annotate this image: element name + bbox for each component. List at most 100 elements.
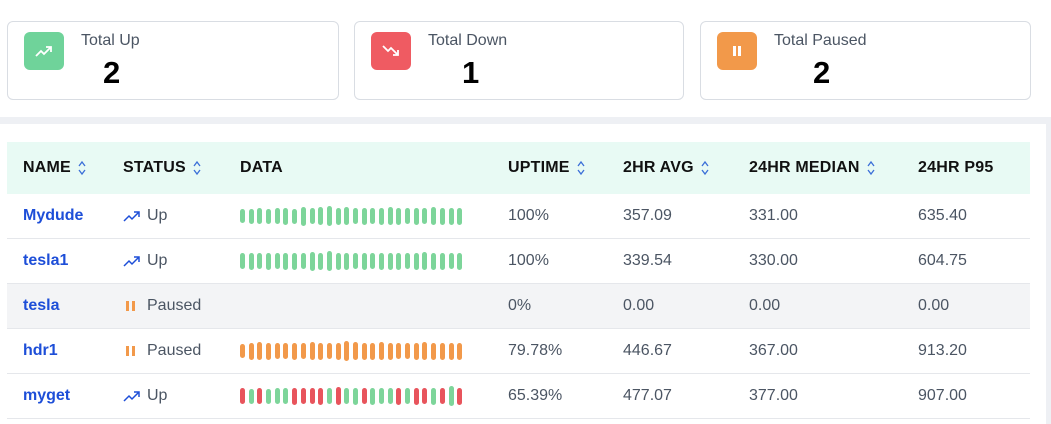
heartbeat-bar[interactable] (274, 343, 280, 359)
heartbeat-bar[interactable] (387, 342, 393, 360)
heartbeat-bar[interactable] (257, 253, 263, 269)
heartbeat-bar[interactable] (326, 251, 332, 271)
heartbeat-bar[interactable] (387, 252, 393, 270)
heartbeat-bar[interactable] (379, 388, 384, 404)
heartbeat-bar[interactable] (292, 387, 298, 405)
monitor-name-link[interactable]: hdr1 (23, 329, 58, 373)
heartbeat-bar[interactable] (326, 388, 332, 404)
sort-icon[interactable] (700, 157, 710, 179)
heartbeat-bar[interactable] (248, 388, 254, 404)
heartbeat-bar[interactable] (413, 207, 419, 225)
heartbeat-bar[interactable] (326, 206, 332, 226)
heartbeat-bar[interactable] (448, 253, 454, 269)
heartbeat-bar[interactable] (257, 208, 263, 224)
heartbeat-bar[interactable] (422, 342, 428, 360)
monitor-name-link[interactable]: tesla1 (23, 239, 68, 283)
sort-icon[interactable] (192, 157, 202, 179)
heartbeat-bar[interactable] (405, 253, 411, 269)
heartbeat-bar[interactable] (240, 253, 245, 269)
heartbeat-bar[interactable] (457, 252, 463, 270)
heartbeat-bar[interactable] (309, 208, 315, 224)
heartbeat-bar[interactable] (283, 388, 289, 404)
heartbeat-bar[interactable] (448, 207, 454, 225)
heartbeat-bar[interactable] (370, 387, 376, 405)
column-header-2hr-avg[interactable]: 2HR AVG (623, 142, 710, 194)
heartbeat-bar[interactable] (292, 342, 298, 360)
heartbeat-bar[interactable] (439, 252, 445, 270)
heartbeat-bar[interactable] (405, 208, 411, 224)
heartbeat-bar[interactable] (457, 387, 463, 405)
heartbeat-bar[interactable] (422, 208, 428, 224)
heartbeat-bar[interactable] (361, 252, 367, 270)
heartbeat-bar[interactable] (379, 252, 384, 270)
heartbeat-bar[interactable] (318, 207, 324, 225)
heartbeat-bar[interactable] (300, 253, 306, 269)
heartbeat-bar[interactable] (361, 342, 367, 360)
heartbeat-bar[interactable] (457, 207, 463, 225)
heartbeat-bar[interactable] (344, 388, 350, 404)
heartbeat-bar[interactable] (361, 207, 367, 225)
heartbeat-bar[interactable] (274, 253, 280, 269)
heartbeat-bar[interactable] (387, 388, 393, 404)
heartbeat-bar[interactable] (370, 253, 376, 269)
heartbeat-bar[interactable] (318, 252, 324, 270)
heartbeat-bar[interactable] (318, 387, 324, 405)
heartbeat-bar[interactable] (300, 206, 306, 226)
heartbeat-bar[interactable] (448, 342, 454, 360)
heartbeat-bar[interactable] (448, 386, 454, 406)
heartbeat-bar[interactable] (431, 207, 437, 225)
heartbeat-bar[interactable] (283, 207, 289, 225)
heartbeat-bar[interactable] (344, 341, 350, 361)
heartbeat-bar[interactable] (274, 208, 280, 224)
heartbeat-bar[interactable] (274, 388, 280, 404)
heartbeat-bar[interactable] (396, 252, 402, 270)
heartbeat-bar[interactable] (431, 342, 437, 360)
heartbeat-bar[interactable] (439, 388, 445, 404)
column-header-uptime[interactable]: UPTIME (508, 142, 586, 194)
heartbeat-bar[interactable] (405, 343, 411, 359)
heartbeat-bar[interactable] (335, 207, 341, 225)
heartbeat-bar[interactable] (352, 342, 358, 360)
heartbeat-bar[interactable] (335, 252, 341, 270)
sort-icon[interactable] (866, 157, 876, 179)
heartbeat-bar[interactable] (422, 252, 428, 270)
heartbeat-bar[interactable] (300, 388, 306, 404)
heartbeat-bar[interactable] (240, 209, 245, 223)
sort-icon[interactable] (576, 157, 586, 179)
heartbeat-bar[interactable] (413, 342, 419, 360)
heartbeat-bar[interactable] (240, 388, 245, 404)
heartbeat-bar[interactable] (283, 343, 289, 359)
heartbeat-bar[interactable] (396, 207, 402, 225)
heartbeat-bar[interactable] (344, 207, 350, 225)
heartbeat-bar[interactable] (248, 208, 254, 224)
heartbeat-bar[interactable] (361, 388, 367, 404)
heartbeat-bar[interactable] (344, 252, 350, 270)
heartbeat-bar[interactable] (309, 251, 315, 271)
heartbeat-bar[interactable] (326, 343, 332, 359)
heartbeat-bar[interactable] (396, 387, 402, 405)
heartbeat-bar[interactable] (266, 342, 272, 360)
heartbeat-bar[interactable] (292, 208, 298, 224)
heartbeat-bar[interactable] (283, 252, 289, 270)
heartbeat-bar[interactable] (396, 343, 402, 359)
heartbeat-bar[interactable] (335, 342, 341, 360)
heartbeat-bar[interactable] (240, 344, 245, 358)
heartbeat-bar[interactable] (318, 342, 324, 360)
heartbeat-bar[interactable] (379, 207, 384, 225)
heartbeat-bar[interactable] (266, 252, 272, 270)
heartbeat-bar[interactable] (422, 388, 428, 404)
heartbeat-bar[interactable] (352, 253, 358, 269)
heartbeat-bar[interactable] (457, 342, 463, 360)
sort-icon[interactable] (77, 157, 87, 179)
heartbeat-bar[interactable] (248, 342, 254, 360)
heartbeat-bar[interactable] (292, 252, 298, 270)
heartbeat-bar[interactable] (413, 252, 419, 270)
heartbeat-bar[interactable] (352, 208, 358, 224)
heartbeat-bar[interactable] (439, 207, 445, 225)
heartbeat-bar[interactable] (439, 342, 445, 360)
heartbeat-bar[interactable] (413, 387, 419, 405)
heartbeat-bar[interactable] (379, 342, 384, 360)
heartbeat-bar[interactable] (405, 388, 411, 404)
heartbeat-bar[interactable] (370, 342, 376, 360)
column-header-status[interactable]: STATUS (123, 142, 202, 194)
